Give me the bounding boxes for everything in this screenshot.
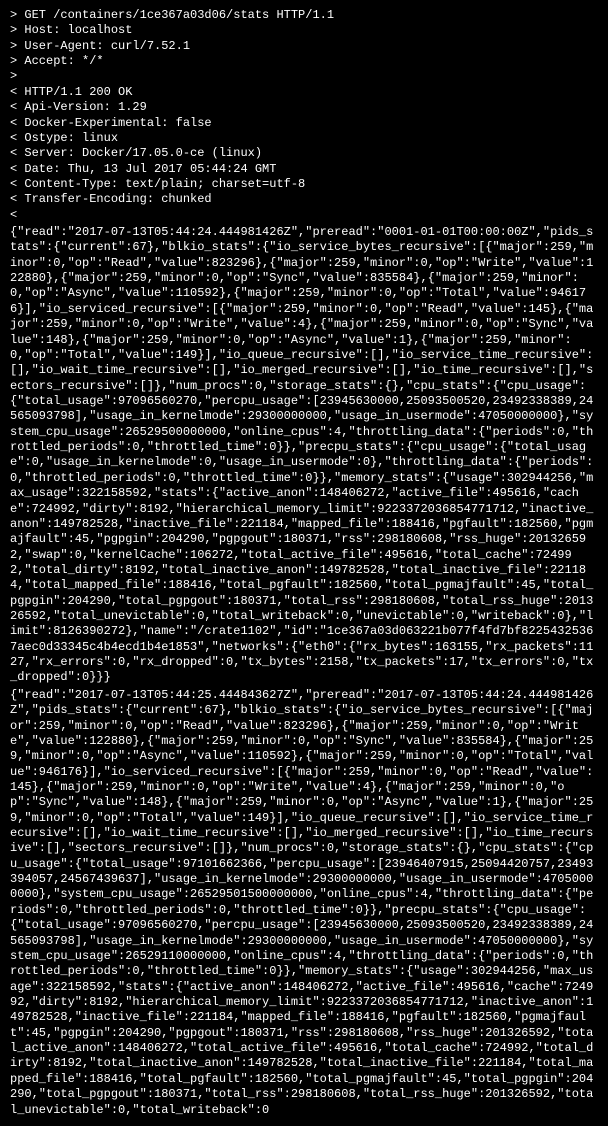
response-header-line: < Api-Version: 1.29: [10, 100, 598, 115]
json-blob: {"read":"2017-07-13T05:44:24.444981426Z"…: [10, 225, 598, 686]
json-stream-output: {"read":"2017-07-13T05:44:24.444981426Z"…: [10, 225, 598, 1118]
http-request-block: > GET /containers/1ce367a03d06/stats HTT…: [10, 8, 598, 85]
response-header-line: < Transfer-Encoding: chunked: [10, 192, 598, 207]
response-header-line: < Ostype: linux: [10, 131, 598, 146]
http-response-headers: < HTTP/1.1 200 OK< Api-Version: 1.29< Do…: [10, 85, 598, 223]
terminal-output: > GET /containers/1ce367a03d06/stats HTT…: [0, 0, 608, 1126]
response-header-line: < Content-Type: text/plain; charset=utf-…: [10, 177, 598, 192]
request-line: > Host: localhost: [10, 23, 598, 38]
response-header-line: < Date: Thu, 13 Jul 2017 05:44:24 GMT: [10, 162, 598, 177]
request-line: > Accept: */*: [10, 54, 598, 69]
response-header-line: < HTTP/1.1 200 OK: [10, 85, 598, 100]
request-line: > User-Agent: curl/7.52.1: [10, 39, 598, 54]
json-blob: {"read":"2017-07-13T05:44:25.444843627Z"…: [10, 688, 598, 1118]
request-line: >: [10, 69, 598, 84]
request-line: > GET /containers/1ce367a03d06/stats HTT…: [10, 8, 598, 23]
response-header-line: <: [10, 208, 598, 223]
response-header-line: < Server: Docker/17.05.0-ce (linux): [10, 146, 598, 161]
response-header-line: < Docker-Experimental: false: [10, 116, 598, 131]
